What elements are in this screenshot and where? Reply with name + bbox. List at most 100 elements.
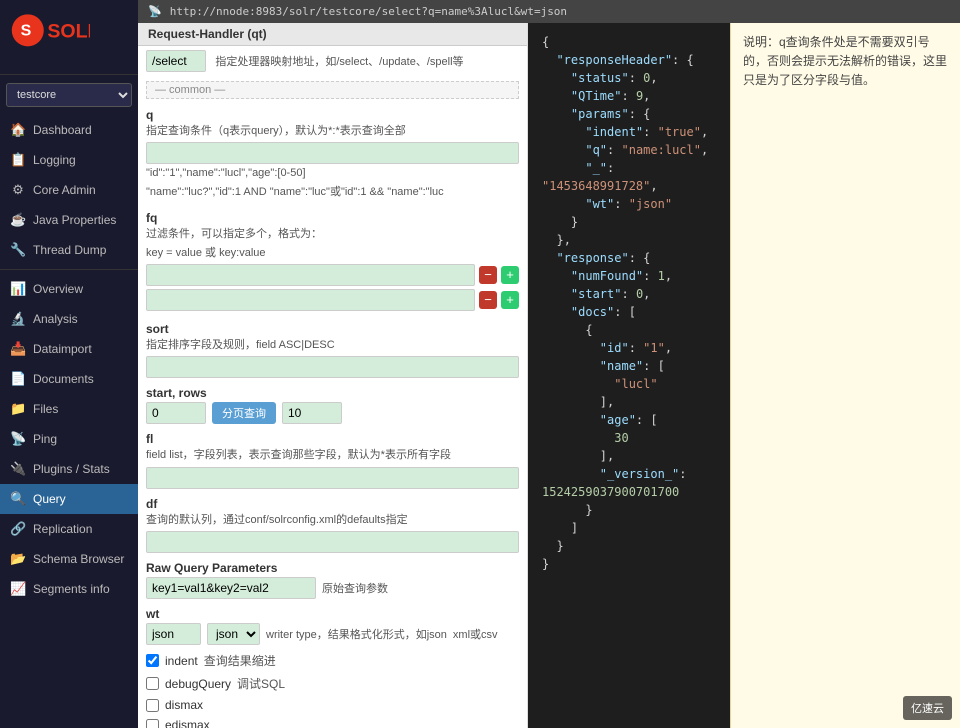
edismax-checkbox[interactable] [146,719,159,728]
debug-query-checkbox[interactable] [146,677,159,690]
json-line: "_": "1453648991728", [542,159,716,195]
content-area: Request-Handler (qt) 指定处理器映射地址，如/select、… [138,23,960,728]
indent-label: indent [165,654,198,668]
fq-input-2[interactable] [146,289,475,311]
json-line: "lucl" [542,375,716,393]
json-line: "_version_": 1524259037900701700 [542,465,716,501]
q-label: q [146,108,519,122]
json-output: { "responseHeader": { "status": 0, "QTim… [528,23,730,728]
handler-row: 指定处理器映射地址，如/select、/update、/spell等 [138,46,527,76]
fl-description: field list，字段列表，表示查询那些字段，默认为*表示所有字段 [146,448,519,463]
json-line: } [542,537,716,555]
url-bar: 📡 http://nnode:8983/solr/testcore/select… [138,0,960,23]
q-examples: "id":"1","name":"lucl","age":[0-50] [146,166,519,181]
df-input[interactable] [146,531,519,553]
segments-icon: 📈 [10,581,26,597]
wt-extra: xml或csv [453,626,498,642]
fq-remove-btn-1[interactable]: − [479,266,497,284]
sidebar-item-logging[interactable]: 📋 Logging [0,145,138,175]
sidebar-item-dashboard[interactable]: 🏠 Dashboard [0,115,138,145]
plugins-icon: 🔌 [10,461,26,477]
common-divider: — common — [146,81,519,99]
sort-row: sort 指定排序字段及规则，field ASC|DESC [138,318,527,382]
watermark: 亿速云 [903,696,952,720]
overview-icon: 📊 [10,281,26,297]
sidebar-item-core-admin[interactable]: ⚙ Core Admin [0,175,138,205]
fl-input[interactable] [146,467,519,489]
sidebar: S SOLR testcore 🏠 Dashboard 📋 Logging ⚙ … [0,0,138,728]
sort-input[interactable] [146,356,519,378]
raw-params-row: Raw Query Parameters 原始查询参数 [138,557,527,603]
core-admin-icon: ⚙ [10,182,26,198]
sidebar-item-segments-info[interactable]: 📈 Segments info [0,574,138,604]
start-rows-label: start, rows [146,386,519,400]
json-line: "indent": "true", [542,123,716,141]
sidebar-item-documents[interactable]: 📄 Documents [0,364,138,394]
wt-select[interactable]: jsonxmlcsv [207,623,260,645]
q-input[interactable] [146,142,519,164]
json-line: "age": [ [542,411,716,429]
indent-row: indent 查询结果缩进 [138,649,527,672]
dismax-label: dismax [165,698,203,712]
json-line: "QTime": 9, [542,87,716,105]
json-line: "wt": "json" [542,195,716,213]
sidebar-item-java-properties[interactable]: ☕ Java Properties [0,205,138,235]
fq-label: fq [146,211,519,225]
files-icon: 📁 [10,401,26,417]
fq-row-2: − + [146,289,519,311]
json-line: "responseHeader": { [542,51,716,69]
raw-params-input[interactable] [146,577,316,599]
sidebar-item-replication[interactable]: 🔗 Replication [0,514,138,544]
indent-desc: 查询结果缩进 [204,652,276,669]
raw-params-placeholder: 原始查询参数 [322,580,388,596]
json-line: { [542,33,716,51]
request-url: http://nnode:8983/solr/testcore/select?q… [170,5,567,18]
fq-add-btn-1[interactable]: + [501,266,519,284]
json-line: "response": { [542,249,716,267]
start-input[interactable] [146,402,206,424]
fl-row: fl field list，字段列表，表示查询那些字段，默认为*表示所有字段 [138,428,527,492]
fq-add-btn-2[interactable]: + [501,291,519,309]
sidebar-item-analysis[interactable]: 🔬 Analysis [0,304,138,334]
json-line: } [542,555,716,573]
wt-input[interactable] [146,623,201,645]
fq-input-1[interactable] [146,264,475,286]
json-line: "params": { [542,105,716,123]
debug-query-row: debugQuery 调试SQL [138,672,527,695]
df-description: 查询的默认列，通过conf/solrconfig.xml的defaults指定 [146,513,519,528]
start-rows-inputs: 分页查询 [146,402,519,424]
fl-label: fl [146,432,519,446]
handler-header: Request-Handler (qt) [138,23,527,46]
svg-text:S: S [21,23,32,40]
sidebar-item-thread-dump[interactable]: 🔧 Thread Dump [0,235,138,265]
wt-label: wt [146,607,519,621]
rows-input[interactable] [282,402,342,424]
json-line: ], [542,393,716,411]
debug-query-desc: 调试SQL [237,675,285,692]
sidebar-item-plugins[interactable]: 🔌 Plugins / Stats [0,454,138,484]
json-line: ], [542,447,716,465]
page-query-btn[interactable]: 分页查询 [212,402,276,424]
sidebar-item-dataimport[interactable]: 📥 Dataimport [0,334,138,364]
fq-remove-btn-2[interactable]: − [479,291,497,309]
indent-checkbox[interactable] [146,654,159,667]
dismax-checkbox[interactable] [146,699,159,712]
sidebar-item-schema-browser[interactable]: 📂 Schema Browser [0,544,138,574]
json-line: ] [542,519,716,537]
handler-desc: 指定处理器映射地址，如/select、/update、/spell等 [215,56,463,68]
output-panel: { "responseHeader": { "status": 0, "QTim… [528,23,730,728]
nav-separator-1 [0,269,138,270]
sidebar-item-overview[interactable]: 📊 Overview [0,274,138,304]
fq-description: 过滤条件，可以指定多个，格式为： [146,227,519,242]
sidebar-item-query[interactable]: 🔍 Query [0,484,138,514]
edismax-row: edismax [138,715,527,728]
sort-description: 指定排序字段及规则，field ASC|DESC [146,338,519,353]
fq-example: key = value 或 key:value [146,246,519,261]
core-selector[interactable]: testcore [6,83,132,107]
handler-input[interactable] [146,50,206,72]
sidebar-item-ping[interactable]: 📡 Ping [0,424,138,454]
query-panel: Request-Handler (qt) 指定处理器映射地址，如/select、… [138,23,528,728]
sidebar-item-files[interactable]: 📁 Files [0,394,138,424]
thread-dump-icon: 🔧 [10,242,26,258]
debug-query-label: debugQuery [165,677,231,691]
